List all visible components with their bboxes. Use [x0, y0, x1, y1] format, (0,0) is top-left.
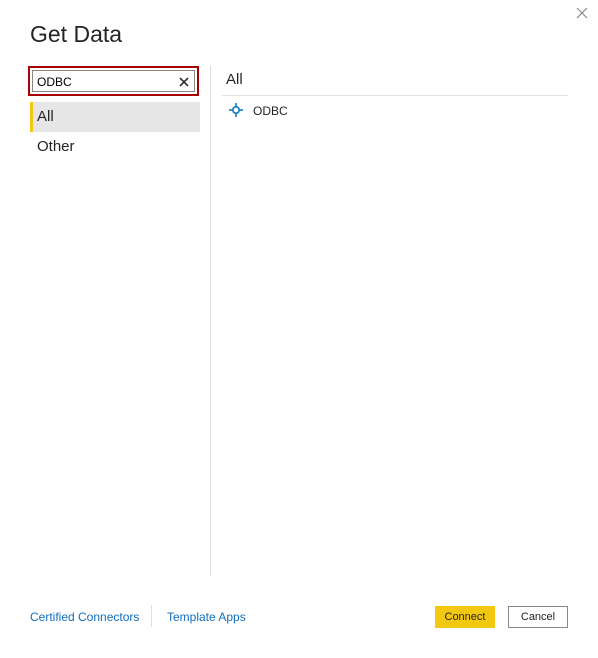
connect-button[interactable]: Connect — [435, 606, 495, 628]
close-button[interactable] — [574, 5, 590, 21]
results-header: All — [226, 71, 243, 88]
footer-divider — [151, 605, 152, 627]
dialog-title: Get Data — [30, 21, 123, 47]
get-data-dialog: Get Data All Other All — [0, 0, 598, 658]
panel-divider — [210, 66, 211, 576]
category-label: Other — [37, 138, 75, 155]
clear-search-button[interactable] — [177, 75, 191, 89]
cancel-button[interactable]: Cancel — [508, 606, 568, 628]
connector-item-odbc[interactable]: ODBC — [226, 100, 566, 122]
close-icon — [576, 7, 588, 19]
odbc-connector-icon — [228, 102, 244, 118]
category-label: All — [37, 108, 54, 125]
clear-icon — [179, 77, 189, 87]
results-header-divider — [222, 95, 568, 96]
search-field-frame — [32, 70, 195, 92]
certified-connectors-link[interactable]: Certified Connectors — [30, 609, 139, 625]
category-item-other[interactable]: Other — [30, 132, 200, 162]
category-item-all[interactable]: All — [30, 102, 200, 132]
search-box — [28, 66, 199, 96]
connector-label: ODBC — [253, 104, 288, 118]
search-input[interactable] — [37, 72, 177, 92]
template-apps-link[interactable]: Template Apps — [167, 609, 246, 625]
category-list: All Other — [30, 102, 200, 162]
